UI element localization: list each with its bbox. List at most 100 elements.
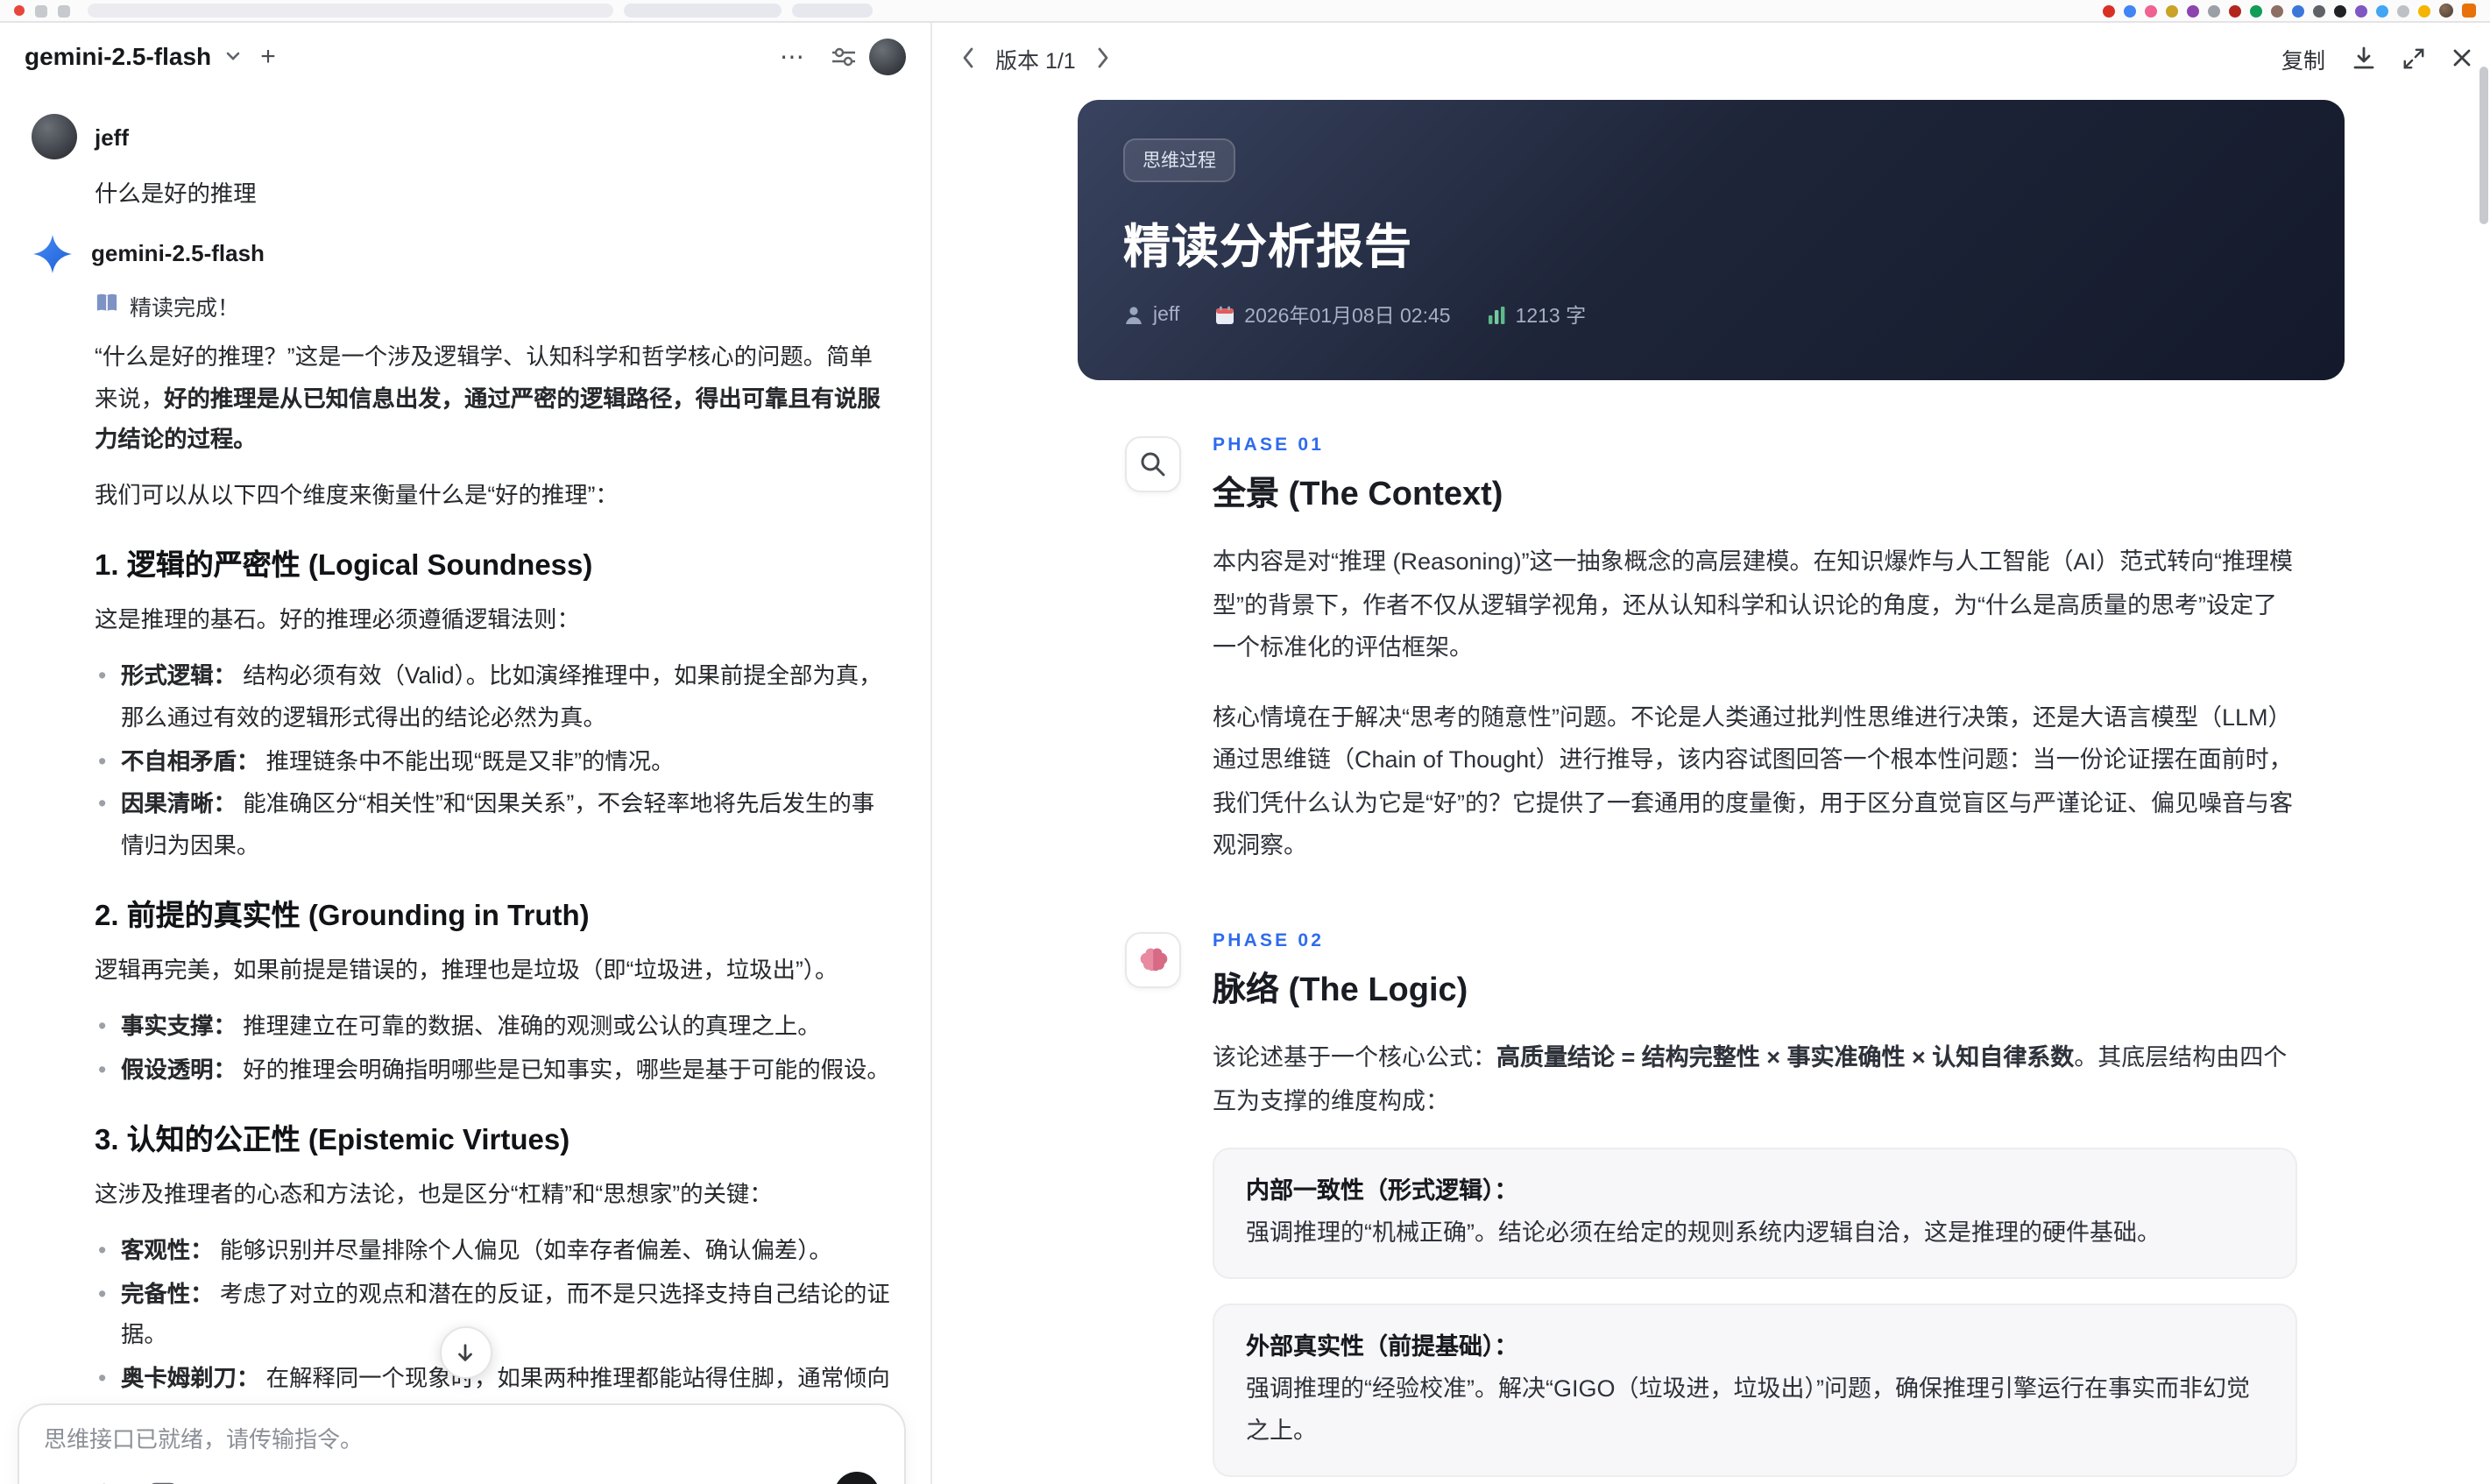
user-icon (1126, 307, 1142, 324)
composer-toolbar: + (44, 1472, 880, 1484)
browser-extension-icon[interactable] (2292, 4, 2304, 17)
report-title: 精读分析报告 (1123, 221, 1412, 273)
more-options-button[interactable]: ⋯ (780, 41, 806, 71)
assistant-overview: 我们可以从以下四个维度来衡量什么是“好的推理”： (95, 482, 619, 509)
list-item: 因果清晰： 能准确区分“相关性”和“因果关系”，不会轻率地将先后发生的事情归为因… (95, 784, 892, 867)
browser-extension-icon[interactable] (2355, 4, 2367, 17)
chat-messages: jeff 什么是好的推理 gemini-2.5-flash 精读完成！ “什么是… (0, 89, 930, 1484)
chat-header: gemini-2.5-flash + ⋯ (0, 23, 930, 89)
list-item: 客观性： 能够识别并尽量排除个人偏见（如幸存者偏差、确认偏差）。 (95, 1230, 892, 1272)
message-header: gemini-2.5-flash (32, 233, 892, 275)
phase-label: PHASE 01 (1213, 435, 1325, 456)
section-heading: 2. 前提的真实性 (Grounding in Truth) (95, 900, 590, 932)
version-next-button[interactable] (1092, 44, 1114, 72)
artifact-content: 思维过程 精读分析报告 jeff 2026年01月08日 02:45 1213 … (932, 93, 2490, 1484)
close-icon[interactable] (2451, 47, 2472, 68)
browser-extensions (2103, 4, 2476, 18)
meta-author: jeff (1123, 305, 1179, 326)
profile-icon[interactable] (2439, 4, 2453, 18)
list-item: 完备性： 考虑了对立的观点和潜在的反证，而不是只选择支持自己结论的证据。 (95, 1273, 892, 1356)
record-icon[interactable] (14, 5, 25, 16)
phase-section: PHASE 02 脉络 (The Logic) 该论述基于一个核心公式：高质量结… (1078, 929, 2345, 1484)
phase-title: 脉络 (The Logic) (1213, 972, 1468, 1009)
copy-button[interactable]: 复制 (2281, 41, 2325, 74)
assistant-intro: “什么是好的推理？”这是一个涉及逻辑学、认知科学和哲学核心的问题。简单来说，好的… (95, 343, 881, 453)
scrollbar-thumb[interactable] (2479, 67, 2488, 224)
browser-extension-icon[interactable] (2208, 4, 2220, 17)
voice-button[interactable] (834, 1472, 880, 1484)
user-avatar (32, 114, 77, 159)
report-meta: jeff 2026年01月08日 02:45 1213 字 (1123, 301, 2299, 329)
bullet-list: 形式逻辑： 结构必须有效（Valid）。比如演绎推理中，如果前提全部为真，那么通… (95, 655, 892, 867)
list-item: 不自相矛盾： 推理链条中不能出现“既是又非”的情况。 (95, 740, 892, 782)
browser-extension-icon[interactable] (2166, 4, 2178, 17)
download-icon[interactable] (2352, 46, 2376, 70)
browser-extension-icon[interactable] (2397, 4, 2409, 17)
scroll-to-bottom-button[interactable] (439, 1326, 492, 1379)
magnifier-icon (1125, 436, 1181, 492)
new-chat-button[interactable]: + (260, 41, 276, 71)
list-item: 事实支撑： 推理建立在可靠的数据、准确的观测或公认的真理之上。 (95, 1006, 892, 1048)
user-message-block: jeff 什么是好的推理 (32, 114, 892, 216)
browser-extension-icon[interactable] (2271, 4, 2283, 17)
calendar-icon (1216, 306, 1234, 324)
browser-menu-icon[interactable] (35, 4, 47, 17)
chevron-down-icon[interactable] (223, 47, 241, 65)
browser-apps-icon[interactable] (58, 4, 70, 17)
report-hero: 思维过程 精读分析报告 jeff 2026年01月08日 02:45 1213 … (1078, 100, 2345, 380)
browser-extension-icon[interactable] (2187, 4, 2199, 17)
version-label: 版本 1/1 (995, 48, 1076, 73)
artifact-panel: 版本 1/1 复制 思维过程 精读分析报告 jeff 2026年01月08日 0… (932, 23, 2490, 1484)
section-heading: 1. 逻辑的严密性 (Logical Soundness) (95, 549, 593, 582)
word-count-icon (1488, 307, 1504, 324)
browser-extension-icon[interactable] (2334, 4, 2346, 17)
section-lead: 这是推理的基石。好的推理必须遵循逻辑法则： (95, 606, 580, 633)
section-lead: 这涉及推理者的心态和方法论，也是区分“杠精”和“思想家”的关键： (95, 1181, 773, 1208)
browser-extension-icon[interactable] (2145, 4, 2157, 17)
user-name: jeff (95, 124, 129, 150)
hero-badge: 思维过程 (1123, 138, 1235, 182)
list-item: 形式逻辑： 结构必须有效（Valid）。比如演绎推理中，如果前提全部为真，那么通… (95, 655, 892, 738)
phase-title: 全景 (The Context) (1213, 477, 1503, 513)
message-header: jeff (32, 114, 892, 159)
expand-icon[interactable] (2402, 46, 2425, 69)
status-text: 精读完成！ (130, 295, 240, 321)
plus-icon[interactable]: + (44, 1480, 60, 1484)
assistant-message-block: gemini-2.5-flash 精读完成！ “什么是好的推理？”这是一个涉及逻… (32, 233, 892, 1484)
app-window: gemini-2.5-flash + ⋯ jeff 什么是好的推理 gemini… (0, 23, 2490, 1484)
browser-extension-icon[interactable] (2124, 4, 2136, 17)
account-avatar[interactable] (869, 38, 906, 74)
logic-card: 内部一致性（形式逻辑）： 强调推理的“机械正确”。结论必须在给定的规则系统内逻辑… (1213, 1148, 2297, 1279)
browser-extension-icon[interactable] (2313, 4, 2325, 17)
meta-date: 2026年01月08日 02:45 (1214, 301, 1451, 329)
browser-chrome (0, 0, 2490, 23)
book-icon (95, 293, 119, 319)
gemini-icon (32, 233, 74, 275)
chat-panel: gemini-2.5-flash + ⋯ jeff 什么是好的推理 gemini… (0, 23, 932, 1484)
address-bar[interactable] (624, 4, 782, 18)
browser-extension-icon[interactable] (2250, 4, 2262, 17)
browser-tab-strip[interactable] (88, 4, 613, 18)
tune-icon[interactable] (831, 43, 857, 69)
version-prev-button[interactable] (957, 44, 980, 72)
artifact-actions: 复制 (2281, 41, 2472, 74)
search-pill[interactable] (792, 4, 873, 18)
phase-paragraph: 核心情境在于解决“思考的随意性”问题。不论是人类通过批判性思维进行决策，还是大语… (1213, 703, 2293, 859)
status-line: 精读完成！ (95, 289, 892, 322)
model-selector[interactable]: gemini-2.5-flash (25, 42, 211, 70)
meta-word-count: 1213 字 (1486, 301, 1586, 329)
phase-label: PHASE 02 (1213, 929, 1325, 951)
section-heading: 3. 认知的公正性 (Epistemic Virtues) (95, 1124, 570, 1156)
chat-input[interactable] (44, 1426, 880, 1452)
browser-extension-icon[interactable] (2418, 4, 2430, 17)
composer: + (18, 1403, 906, 1484)
browser-extension-icon[interactable] (2103, 4, 2115, 17)
phase-paragraph: 本内容是对“推理 (Reasoning)”这一抽象概念的高层建模。在知识爆炸与人… (1213, 548, 2294, 661)
browser-action-icon[interactable] (2462, 4, 2476, 18)
artifact-toolbar: 版本 1/1 复制 (932, 23, 2490, 93)
browser-extension-icon[interactable] (2229, 4, 2241, 17)
list-item: 假设透明： 好的推理会明确指明哪些是已知事实，哪些是基于可能的假设。 (95, 1049, 892, 1092)
phase-section: PHASE 01 全景 (The Context) 本内容是对“推理 (Reas… (1078, 433, 2345, 869)
browser-extension-icon[interactable] (2376, 4, 2388, 17)
phase-paragraph: 该论述基于一个核心公式：高质量结论 = 结构完整性 × 事实准确性 × 认知自律… (1213, 1043, 2288, 1113)
